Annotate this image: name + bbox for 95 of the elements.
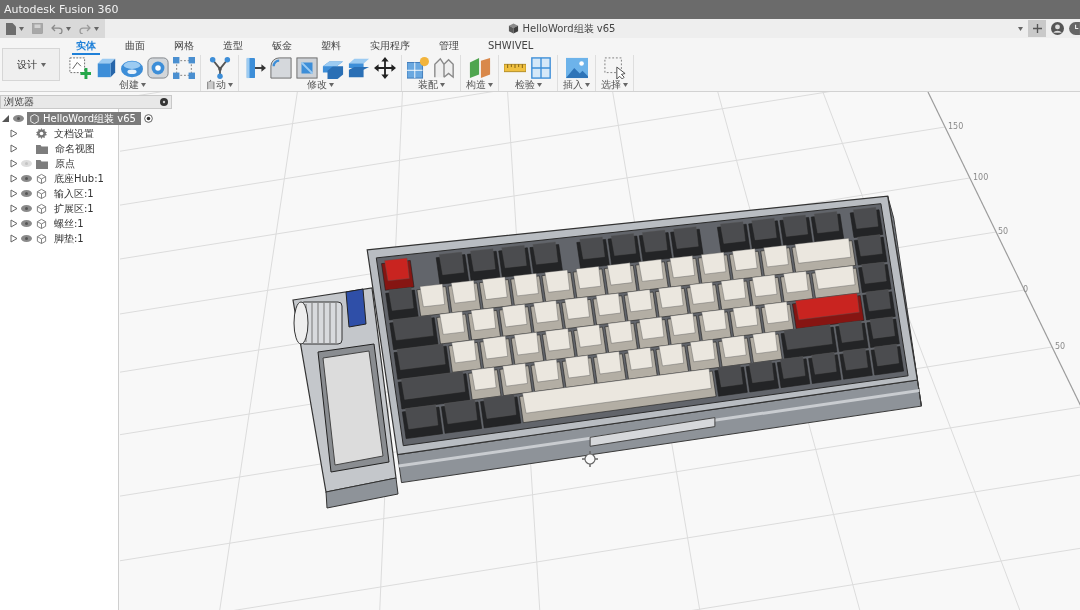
selection-box-icon[interactable]	[603, 57, 626, 79]
eye-icon[interactable]	[21, 190, 32, 197]
tree-item[interactable]: 螺丝:1	[54, 216, 84, 231]
workspace-button[interactable]: 设计	[2, 48, 60, 81]
tree-item[interactable]: 底座Hub:1	[54, 171, 104, 186]
folder-icon	[36, 158, 48, 169]
layered-plates-icon[interactable]	[348, 57, 370, 79]
dot-circle-icon[interactable]	[160, 98, 168, 106]
cube-icon	[507, 23, 519, 34]
folder-icon	[36, 143, 48, 154]
image-icon[interactable]	[565, 57, 588, 79]
ribbon-tab[interactable]: 实用程序	[366, 40, 414, 55]
caret-icon	[1018, 26, 1023, 31]
eye-icon[interactable]	[13, 115, 24, 122]
plus-icon	[1032, 24, 1042, 33]
caret-icon	[94, 26, 99, 31]
add-tab-button[interactable]	[1028, 20, 1046, 37]
square-hole-icon[interactable]	[147, 57, 169, 79]
cube-outline-icon	[36, 233, 47, 244]
cube-outline-icon	[30, 113, 39, 124]
triangle-icon[interactable]	[10, 144, 18, 153]
caret-icon	[40, 62, 46, 67]
group-menu-button[interactable]: 检验	[514, 79, 542, 91]
caret-icon	[66, 26, 71, 31]
tree-item[interactable]: HelloWord组装 v65	[27, 112, 141, 125]
axis-label: 100	[973, 173, 989, 182]
triangle-icon[interactable]	[10, 189, 18, 198]
axis-label: 150	[948, 122, 964, 131]
cube-outline-icon	[36, 203, 47, 214]
caret-icon	[585, 83, 590, 87]
triangle-icon[interactable]	[2, 114, 10, 123]
user-icon[interactable]	[1051, 22, 1064, 35]
caret-icon	[439, 83, 445, 87]
triangle-icon[interactable]	[10, 204, 18, 213]
gear-icon	[36, 128, 47, 139]
eye-icon[interactable]	[21, 175, 32, 182]
radio-dot-icon[interactable]	[143, 114, 153, 123]
cube-outline-icon	[36, 173, 47, 184]
planes-icon[interactable]	[468, 57, 491, 79]
triangle-icon[interactable]	[10, 159, 18, 168]
group-menu-button[interactable]: 修改	[306, 79, 334, 91]
group-menu-button[interactable]: 选择	[601, 79, 628, 91]
document-title[interactable]: HelloWord组装 v65	[522, 21, 616, 36]
slab-arrow-icon[interactable]	[244, 57, 266, 79]
group-menu-button[interactable]: 创建	[118, 79, 146, 91]
cube-outline-icon	[36, 188, 47, 199]
caret-icon	[623, 83, 628, 87]
tree-item[interactable]: 脚垫:1	[54, 231, 84, 246]
tree-item[interactable]: 文档设置	[54, 126, 94, 141]
triangle-icon[interactable]	[10, 129, 18, 138]
file-icon[interactable]	[6, 22, 16, 35]
panel-title: 浏览器	[4, 95, 34, 109]
eye-icon[interactable]	[21, 235, 32, 242]
group-menu-button[interactable]: 插入	[563, 79, 590, 91]
eye-icon[interactable]	[21, 220, 32, 227]
crosshair-circle-icon[interactable]	[581, 450, 599, 468]
ribbon-tab[interactable]: 实体	[72, 40, 100, 55]
box-icon[interactable]	[95, 57, 117, 79]
ribbon-tab[interactable]: SHWIVEL	[484, 40, 538, 55]
triangle-icon[interactable]	[10, 174, 18, 183]
caret-icon	[536, 83, 542, 87]
cube-outline-icon	[36, 218, 47, 229]
tree-item[interactable]: 命名视图	[55, 141, 95, 156]
group-menu-button[interactable]: 自动	[206, 79, 233, 91]
grid-sparkle-icon[interactable]	[407, 57, 429, 79]
group-menu-button[interactable]: 构造	[466, 79, 493, 91]
axis-label: 50	[1055, 342, 1066, 351]
sketch-plus-icon[interactable]	[69, 57, 91, 79]
tree-item[interactable]: 原点	[55, 156, 75, 171]
triangle-icon[interactable]	[10, 234, 18, 243]
caret-icon	[140, 83, 146, 87]
ribbon-tab[interactable]: 造型	[219, 40, 247, 55]
caret-icon	[19, 26, 24, 31]
window-title: Autodesk Fusion 360	[4, 3, 119, 16]
clock-icon[interactable]	[1069, 22, 1080, 35]
ribbon-tab[interactable]: 管理	[435, 40, 463, 55]
ribbon-tab[interactable]: 网格	[170, 40, 198, 55]
grid-nodes-icon[interactable]	[173, 57, 195, 79]
ribbon-tab[interactable]: 曲面	[121, 40, 149, 55]
move-arrows-icon[interactable]	[374, 57, 396, 79]
caret-icon	[228, 83, 233, 87]
triangle-icon[interactable]	[10, 219, 18, 228]
hinge-outline-icon[interactable]	[433, 57, 455, 79]
tree-item[interactable]: 扩展区:1	[54, 201, 94, 216]
ribbon-tab[interactable]: 钣金	[268, 40, 296, 55]
caret-icon	[328, 83, 334, 87]
window-grid-icon[interactable]	[530, 57, 552, 79]
ribbon-tab[interactable]: 塑料	[317, 40, 345, 55]
caret-icon	[488, 83, 493, 87]
axis-label: 0	[1023, 285, 1029, 294]
node-graph-icon[interactable]	[208, 57, 231, 79]
axis-label: 50	[998, 227, 1009, 236]
group-menu-button[interactable]: 装配	[417, 79, 445, 91]
eye-icon[interactable]	[21, 205, 32, 212]
tree-item[interactable]: 输入区:1	[54, 186, 94, 201]
